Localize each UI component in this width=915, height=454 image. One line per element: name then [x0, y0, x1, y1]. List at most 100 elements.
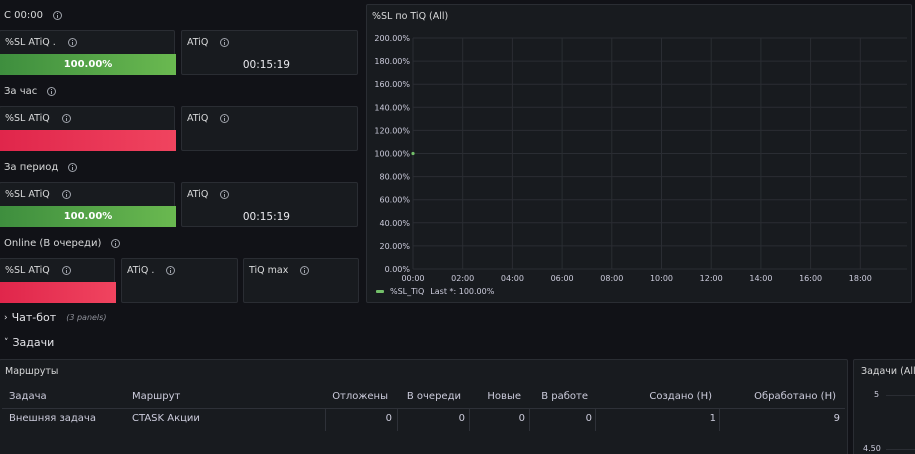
- info-icon[interactable]: [61, 114, 71, 123]
- panel-title: %SL ATiQ: [5, 113, 50, 124]
- row-title-label: За период: [4, 162, 59, 173]
- x-tick-label: 14:00: [749, 274, 772, 283]
- table-cell: 1: [709, 413, 716, 424]
- y-tick-label: 5: [874, 390, 880, 399]
- info-icon[interactable]: [166, 266, 176, 275]
- panel-sl-tiq-chart: %SL по TiQ (All) 200.00% 180.00% 160.00% 14…: [366, 4, 912, 303]
- table-row[interactable]: Внешняя задача CTASK Акции 0 0 0 0 1 9: [2, 409, 845, 431]
- column-header-route[interactable]: Маршрут: [132, 391, 180, 402]
- y-tick-label: 180.00%: [374, 57, 410, 66]
- info-icon[interactable]: [67, 38, 77, 47]
- x-tick-label: 18:00: [849, 274, 872, 283]
- panel-title: %SL ATiQ: [5, 265, 50, 276]
- y-tick-label: 80.00%: [379, 173, 410, 182]
- x-tick-label: 12:00: [700, 274, 723, 283]
- column-header-new[interactable]: Новые: [487, 391, 521, 402]
- section-title: Задачи: [12, 336, 55, 349]
- gauge-bar: 100.00%: [0, 206, 176, 227]
- y-tick-label: 40.00%: [379, 219, 410, 228]
- panel-sl-atiq-online: %SL ATiQ: [0, 258, 116, 303]
- table-cell: 0: [458, 413, 465, 424]
- panel-atiq-hour: ATiQ: [181, 106, 358, 151]
- legend-last-value: Last *: 100.00%: [430, 287, 495, 296]
- table-cell: 9: [833, 413, 840, 424]
- column-header-in-progress[interactable]: В работе: [541, 391, 588, 402]
- table-cell: 0: [585, 413, 592, 424]
- section-tasks[interactable]: ˅ Задачи: [4, 336, 54, 349]
- panel-title: ATiQ .: [127, 265, 155, 276]
- x-tick-label: 04:00: [501, 274, 524, 283]
- section-panel-count: (3 panels): [66, 313, 107, 322]
- table-cell: Внешняя задача: [9, 413, 96, 424]
- panel-sl-atiq-hour: %SL ATiQ: [0, 106, 176, 151]
- column-header-created[interactable]: Создано (Н): [649, 391, 712, 402]
- legend-swatch: [376, 290, 384, 293]
- info-icon[interactable]: [220, 38, 230, 47]
- info-icon[interactable]: [52, 11, 62, 20]
- y-tick-label: 60.00%: [379, 196, 410, 205]
- info-icon[interactable]: [220, 190, 230, 199]
- grid-line: [886, 449, 915, 450]
- grid-line: [886, 395, 915, 396]
- table-cell: 0: [518, 413, 525, 424]
- stat-value: 00:15:19: [242, 211, 290, 223]
- row-title-since-midnight[interactable]: С 00:00: [4, 10, 62, 21]
- gauge-value: 100.00%: [63, 211, 113, 222]
- y-tick-label: 20.00%: [379, 242, 410, 251]
- info-icon[interactable]: [47, 87, 57, 96]
- chevron-down-icon: ˅: [4, 337, 9, 348]
- info-icon[interactable]: [68, 163, 78, 172]
- panel-sl-atiq-period: %SL ATiQ 100.00%: [0, 182, 176, 227]
- panel-title: ATiQ: [187, 37, 209, 48]
- y-tick-label: 120.00%: [374, 126, 410, 135]
- cell-divider: [529, 409, 530, 431]
- panel-title: ATiQ: [187, 189, 209, 200]
- panel-atiq-online: ATiQ .: [121, 258, 238, 303]
- x-tick-label: 10:00: [650, 274, 673, 283]
- row-title-per-hour[interactable]: За час: [4, 86, 57, 97]
- info-icon[interactable]: [61, 190, 71, 199]
- cell-divider: [595, 409, 596, 431]
- panel-title: Маршруты: [5, 366, 59, 377]
- panel-title: %SL ATiQ .: [5, 37, 56, 48]
- gauge-bar: 100.00%: [0, 54, 176, 75]
- y-tick-label: 4.50: [863, 444, 881, 453]
- x-tick-label: 06:00: [551, 274, 574, 283]
- section-title: Чат-бот: [11, 311, 57, 324]
- info-icon[interactable]: [220, 114, 230, 123]
- line-chart[interactable]: 200.00% 180.00% 160.00% 140.00% 120.00% 100.0…: [367, 5, 911, 302]
- cell-divider: [397, 409, 398, 431]
- panel-sl-atiq-midnight: %SL ATiQ . 100.00%: [0, 30, 176, 75]
- panel-atiq-period: ATiQ 00:15:19: [181, 182, 358, 227]
- cell-divider: [719, 409, 720, 431]
- table-cell: CTASK Акции: [132, 413, 200, 424]
- x-tick-label: 02:00: [451, 274, 474, 283]
- column-header-deferred[interactable]: Отложены: [332, 391, 388, 402]
- column-header-in-queue[interactable]: В очереди: [407, 391, 461, 402]
- x-tick-label: 00:00: [401, 274, 424, 283]
- panel-title: Задачи (All): [861, 366, 915, 377]
- table-cell: 0: [385, 413, 392, 424]
- data-point[interactable]: [411, 151, 415, 156]
- legend-series-name: %SL_TiQ: [390, 287, 425, 296]
- column-header-processed[interactable]: Обработано (Н): [754, 391, 836, 402]
- panel-title: %SL ATiQ: [5, 189, 50, 200]
- chart-legend[interactable]: %SL_TiQ Last *: 100.00%: [376, 287, 494, 296]
- chevron-right-icon: ›: [4, 312, 8, 323]
- panel-title: TiQ max: [249, 265, 289, 276]
- gauge-value: 100.00%: [63, 59, 113, 70]
- section-chatbot[interactable]: › Чат-бот (3 panels): [4, 311, 106, 324]
- cell-divider: [325, 409, 326, 431]
- row-title-per-period[interactable]: За период: [4, 162, 78, 173]
- info-icon[interactable]: [300, 266, 310, 275]
- row-title-label: За час: [4, 86, 38, 97]
- row-title-online[interactable]: Online (В очереди): [4, 238, 121, 249]
- stat-value: 00:15:19: [242, 59, 290, 71]
- column-header-task[interactable]: Задача: [9, 391, 47, 402]
- y-tick-label: 0.00%: [385, 265, 411, 274]
- info-icon[interactable]: [61, 266, 71, 275]
- info-icon[interactable]: [111, 239, 121, 248]
- x-tick-label: 16:00: [799, 274, 822, 283]
- row-title-label: С 00:00: [4, 10, 43, 21]
- cell-divider: [469, 409, 470, 431]
